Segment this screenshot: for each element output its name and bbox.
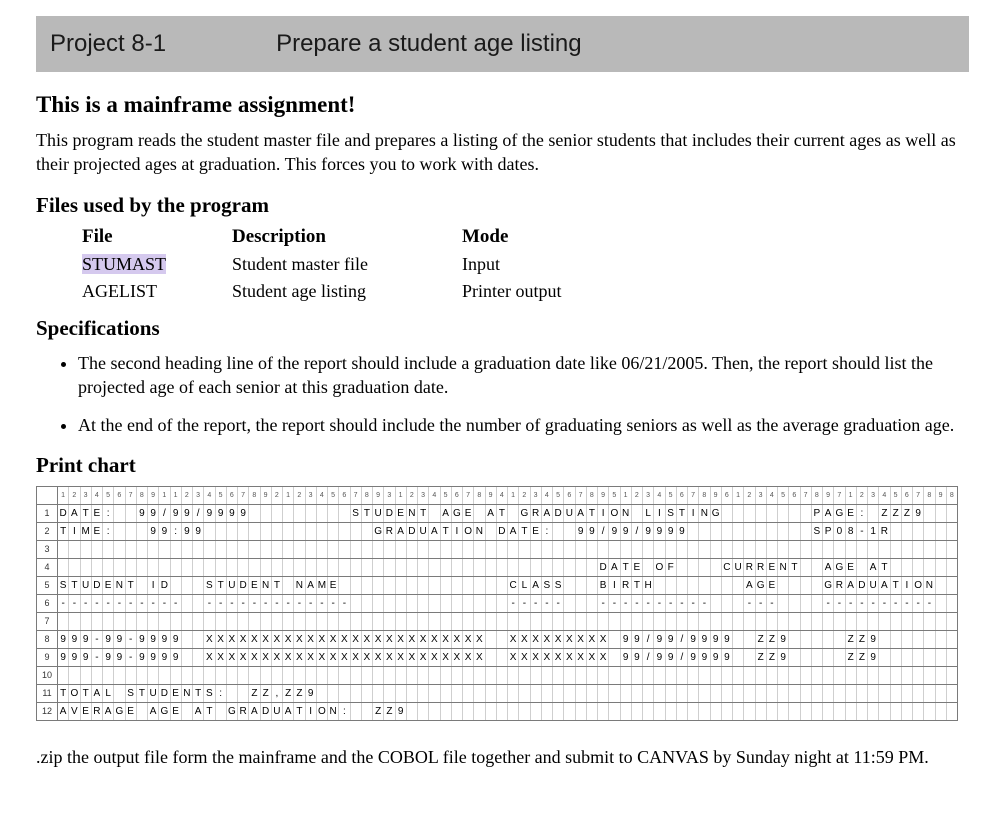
file-name: STUMAST [82, 254, 232, 275]
project-number: Project 8-1 [50, 30, 166, 58]
print-chart-row: 11TOTALSTUDENTS:ZZ,ZZ9 [37, 685, 957, 703]
file-description: Student age listing [232, 281, 462, 302]
print-chart-row: 1DATE:99/99/9999STUDENTAGEATGRADUATIONLI… [37, 505, 957, 523]
intro-paragraph: This program reads the student master fi… [36, 128, 966, 177]
print-chart-row: 12AVERAGEAGEATGRADUATION:ZZ9 [37, 703, 957, 720]
file-mode: Printer output [462, 281, 682, 302]
files-table-row: STUMASTStudent master fileInput [82, 254, 969, 275]
print-chart-row: 2TIME:99:99GRADUATIONDATE:99/99/9999SP08… [37, 523, 957, 541]
files-heading: Files used by the program [36, 193, 969, 218]
print-chart-heading: Print chart [36, 453, 969, 478]
col-file: File [82, 226, 232, 248]
print-chart-row: 7 [37, 613, 957, 631]
print-chart-row: 8999-99-9999XXXXXXXXXXXXXXXXXXXXXXXXXXXX… [37, 631, 957, 649]
specification-item: At the end of the report, the report sho… [78, 413, 958, 437]
print-chart-row: 3 [37, 541, 957, 559]
project-title: Prepare a student age listing [276, 30, 582, 58]
print-chart: 1234567891123456789212345678931234567894… [36, 486, 958, 721]
col-mode: Mode [462, 226, 682, 248]
file-description: Student master file [232, 254, 462, 275]
col-description: Description [232, 226, 462, 248]
document-page: Project 8-1 Prepare a student age listin… [0, 0, 1005, 822]
project-banner: Project 8-1 Prepare a student age listin… [36, 16, 969, 72]
files-table-header: File Description Mode [82, 226, 969, 248]
submission-note: .zip the output file form the mainframe … [36, 745, 966, 769]
specifications-list: The second heading line of the report sh… [62, 351, 969, 438]
print-chart-row: 6---------------------------------------… [37, 595, 957, 613]
print-chart-row: 5STUDENTIDSTUDENTNAMECLASSBIRTHAGEGRADUA… [37, 577, 957, 595]
specification-item: The second heading line of the report sh… [78, 351, 958, 400]
files-table-row: AGELISTStudent age listingPrinter output [82, 281, 969, 302]
print-chart-row: 9999-99-9999XXXXXXXXXXXXXXXXXXXXXXXXXXXX… [37, 649, 957, 667]
file-mode: Input [462, 254, 682, 275]
print-chart-ruler: 1234567891123456789212345678931234567894… [37, 487, 957, 505]
specifications-heading: Specifications [36, 316, 969, 341]
files-table: File Description Mode STUMASTStudent mas… [82, 226, 969, 302]
file-name: AGELIST [82, 281, 232, 302]
print-chart-row: 10 [37, 667, 957, 685]
main-heading: This is a mainframe assignment! [36, 92, 969, 118]
print-chart-row: 4DATEOFCURRENTAGEAT [37, 559, 957, 577]
